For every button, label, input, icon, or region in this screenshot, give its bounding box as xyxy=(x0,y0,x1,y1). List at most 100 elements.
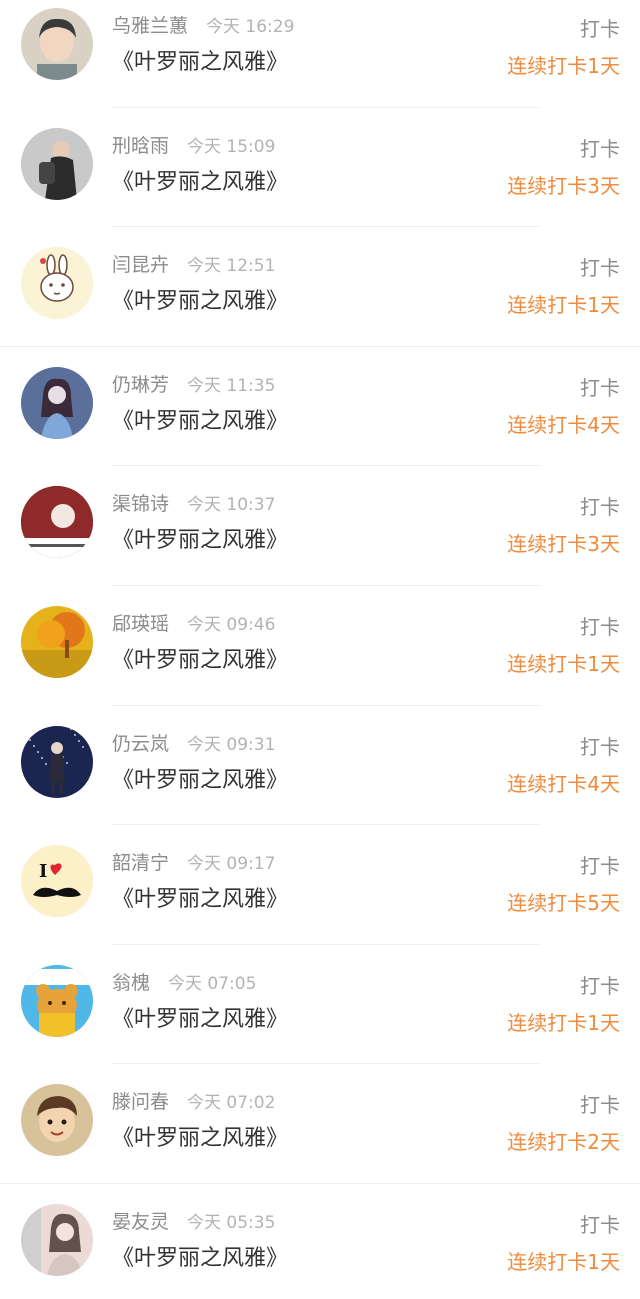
timestamp: 今天 10:37 xyxy=(187,495,276,516)
list-item[interactable]: 闫昆卉 今天 12:51 《叶罗丽之风雅》 打卡连续打卡1天 xyxy=(0,239,640,359)
streak-badge: 连续打卡1天 xyxy=(507,1010,620,1035)
avatar[interactable] xyxy=(21,366,93,439)
list-item[interactable]: 晏友灵 今天 05:35 《叶罗丽之风雅》 打卡连续打卡1天 xyxy=(0,1196,640,1299)
timestamp: 今天 07:05 xyxy=(168,973,257,994)
timestamp: 今天 09:46 xyxy=(187,614,276,635)
book-title[interactable]: 《叶罗丽之风雅》 xyxy=(112,44,288,76)
streak-badge: 连续打卡1天 xyxy=(507,293,620,318)
username[interactable]: 郈瑛瑶 xyxy=(112,609,169,636)
divider xyxy=(112,1063,540,1065)
username[interactable]: 韶清宁 xyxy=(112,848,169,875)
book-title[interactable]: 《叶罗丽之风雅》 xyxy=(112,164,288,196)
streak-badge: 连续打卡4天 xyxy=(507,771,620,796)
list-item[interactable]: 渠锦诗 今天 10:37 《叶罗丽之风雅》 打卡连续打卡3天 xyxy=(0,478,640,598)
book-title[interactable]: 《叶罗丽之风雅》 xyxy=(112,881,288,913)
divider xyxy=(112,226,540,228)
timestamp: 今天 15:09 xyxy=(187,136,276,157)
streak-badge: 连续打卡4天 xyxy=(507,412,620,437)
list-item[interactable]: 仍云岚 今天 09:31 《叶罗丽之风雅》 打卡 连续打卡4天 xyxy=(0,718,640,838)
divider xyxy=(112,943,540,945)
list-item[interactable]: 滕问春 今天 07:02 《叶罗丽之风雅》 打卡连续打卡2天 xyxy=(0,1076,640,1196)
avatar[interactable] xyxy=(21,247,93,320)
timestamp: 今天 07:02 xyxy=(187,1093,276,1114)
book-title[interactable]: 《叶罗丽之风雅》 xyxy=(112,1120,288,1152)
username[interactable]: 晏友灵 xyxy=(112,1207,169,1234)
book-title[interactable]: 《叶罗丽之风雅》 xyxy=(112,1001,288,1033)
i-love-mustache-avatar: I xyxy=(21,845,93,918)
checkin-label: 打卡 xyxy=(580,734,620,759)
red-hair-girl-avatar xyxy=(21,486,93,559)
checkin-label: 打卡 xyxy=(580,973,620,998)
streak-badge: 连续打卡1天 xyxy=(507,1249,620,1274)
checkin-label: 打卡 xyxy=(580,17,620,41)
avatar[interactable] xyxy=(21,1084,93,1157)
entry-meta: 仍琳芳 今天 11:35 xyxy=(112,370,275,398)
night-sky-figure-avatar xyxy=(21,725,93,798)
avatar[interactable] xyxy=(21,964,93,1037)
girl-photo-avatar xyxy=(21,1203,93,1276)
avatar[interactable] xyxy=(21,8,93,80)
streak-badge: 连续打卡1天 xyxy=(507,54,620,78)
list-item[interactable]: 翁槐 今天 07:05 《叶罗丽之风雅》 打卡连续打卡1天 xyxy=(0,957,640,1077)
username[interactable]: 渠锦诗 xyxy=(112,489,169,516)
entry-meta: 滕问春 今天 07:02 xyxy=(112,1087,275,1115)
book-title[interactable]: 《叶罗丽之风雅》 xyxy=(112,642,288,674)
timestamp: 今天 09:17 xyxy=(187,854,276,875)
avatar[interactable] xyxy=(21,1203,93,1276)
checkin-label: 打卡 xyxy=(580,495,620,520)
username[interactable]: 乌雅兰蕙 xyxy=(112,11,188,38)
book-title[interactable]: 《叶罗丽之风雅》 xyxy=(112,403,288,435)
divider xyxy=(112,584,540,586)
list-item[interactable]: 仍琳芳 今天 11:35 《叶罗丽之风雅》 打卡连续打卡4天 xyxy=(0,359,640,479)
divider xyxy=(112,465,540,467)
username[interactable]: 仍琳芳 xyxy=(112,370,169,397)
avatar[interactable] xyxy=(21,725,93,798)
avatar[interactable] xyxy=(21,486,93,559)
book-title[interactable]: 《叶罗丽之风雅》 xyxy=(112,1240,288,1272)
streak-badge: 连续打卡3天 xyxy=(507,532,620,557)
username[interactable]: 翁槐 xyxy=(112,968,150,995)
entry-meta: 渠锦诗 今天 10:37 xyxy=(112,489,275,517)
avatar[interactable] xyxy=(21,605,93,678)
list-item[interactable]: I 韶清宁 今天 09:17 《叶罗丽之风雅》 打卡 连续打卡5天 xyxy=(0,837,640,957)
book-title[interactable]: 《叶罗丽之风雅》 xyxy=(112,522,288,554)
checkin-label: 打卡 xyxy=(580,854,620,879)
cartoon-bear-avatar xyxy=(21,964,93,1037)
streak-badge: 连续打卡2天 xyxy=(507,1130,620,1155)
checkin-label: 打卡 xyxy=(580,375,620,400)
username[interactable]: 仍云岚 xyxy=(112,729,169,756)
girl-backpack-avatar xyxy=(21,127,93,200)
book-title[interactable]: 《叶罗丽之风雅》 xyxy=(112,762,288,794)
checkin-label: 打卡 xyxy=(580,1212,620,1237)
avatar[interactable]: I xyxy=(21,845,93,918)
username[interactable]: 刑晗雨 xyxy=(112,131,169,158)
anime-girl-avatar xyxy=(21,366,93,439)
timestamp: 今天 05:35 xyxy=(187,1212,276,1233)
checkin-label: 打卡 xyxy=(580,1093,620,1118)
entry-meta: 闫昆卉 今天 12:51 xyxy=(112,250,275,278)
entry-meta: 韶清宁 今天 09:17 xyxy=(112,848,275,876)
divider xyxy=(112,106,540,108)
streak-badge: 连续打卡1天 xyxy=(507,651,620,676)
divider xyxy=(0,1182,640,1184)
list-item[interactable]: 刑晗雨 今天 15:09 《叶罗丽之风雅》 打卡连续打卡3天 xyxy=(0,120,640,240)
checkin-feed: 乌雅兰蕙 今天 16:29 《叶罗丽之风雅》 打卡 连续打卡1天 刑晗雨 今天 15:09 《… xyxy=(0,0,640,1299)
entry-meta: 乌雅兰蕙 今天 16:29 xyxy=(112,11,294,39)
divider xyxy=(0,345,640,347)
autumn-tree-avatar xyxy=(21,605,93,678)
list-item[interactable]: 郈瑛瑶 今天 09:46 《叶罗丽之风雅》 打卡连续打卡1天 xyxy=(0,598,640,718)
timestamp: 今天 16:29 xyxy=(206,17,295,37)
timestamp: 今天 12:51 xyxy=(187,256,276,277)
checkin-label: 打卡 xyxy=(580,256,620,281)
entry-meta: 翁槐 今天 07:05 xyxy=(112,968,256,996)
username[interactable]: 滕问春 xyxy=(112,1087,169,1114)
checkin-label: 打卡 xyxy=(580,614,620,639)
book-title[interactable]: 《叶罗丽之风雅》 xyxy=(112,283,288,315)
list-item[interactable]: 乌雅兰蕙 今天 16:29 《叶罗丽之风雅》 打卡连续打卡1天 xyxy=(0,0,640,120)
checkin-label: 打卡 xyxy=(580,136,620,161)
avatar[interactable] xyxy=(21,127,93,200)
divider xyxy=(112,704,540,706)
username[interactable]: 闫昆卉 xyxy=(112,250,169,277)
entry-meta: 郈瑛瑶 今天 09:46 xyxy=(112,609,275,637)
streak-badge: 连续打卡3天 xyxy=(507,173,620,198)
